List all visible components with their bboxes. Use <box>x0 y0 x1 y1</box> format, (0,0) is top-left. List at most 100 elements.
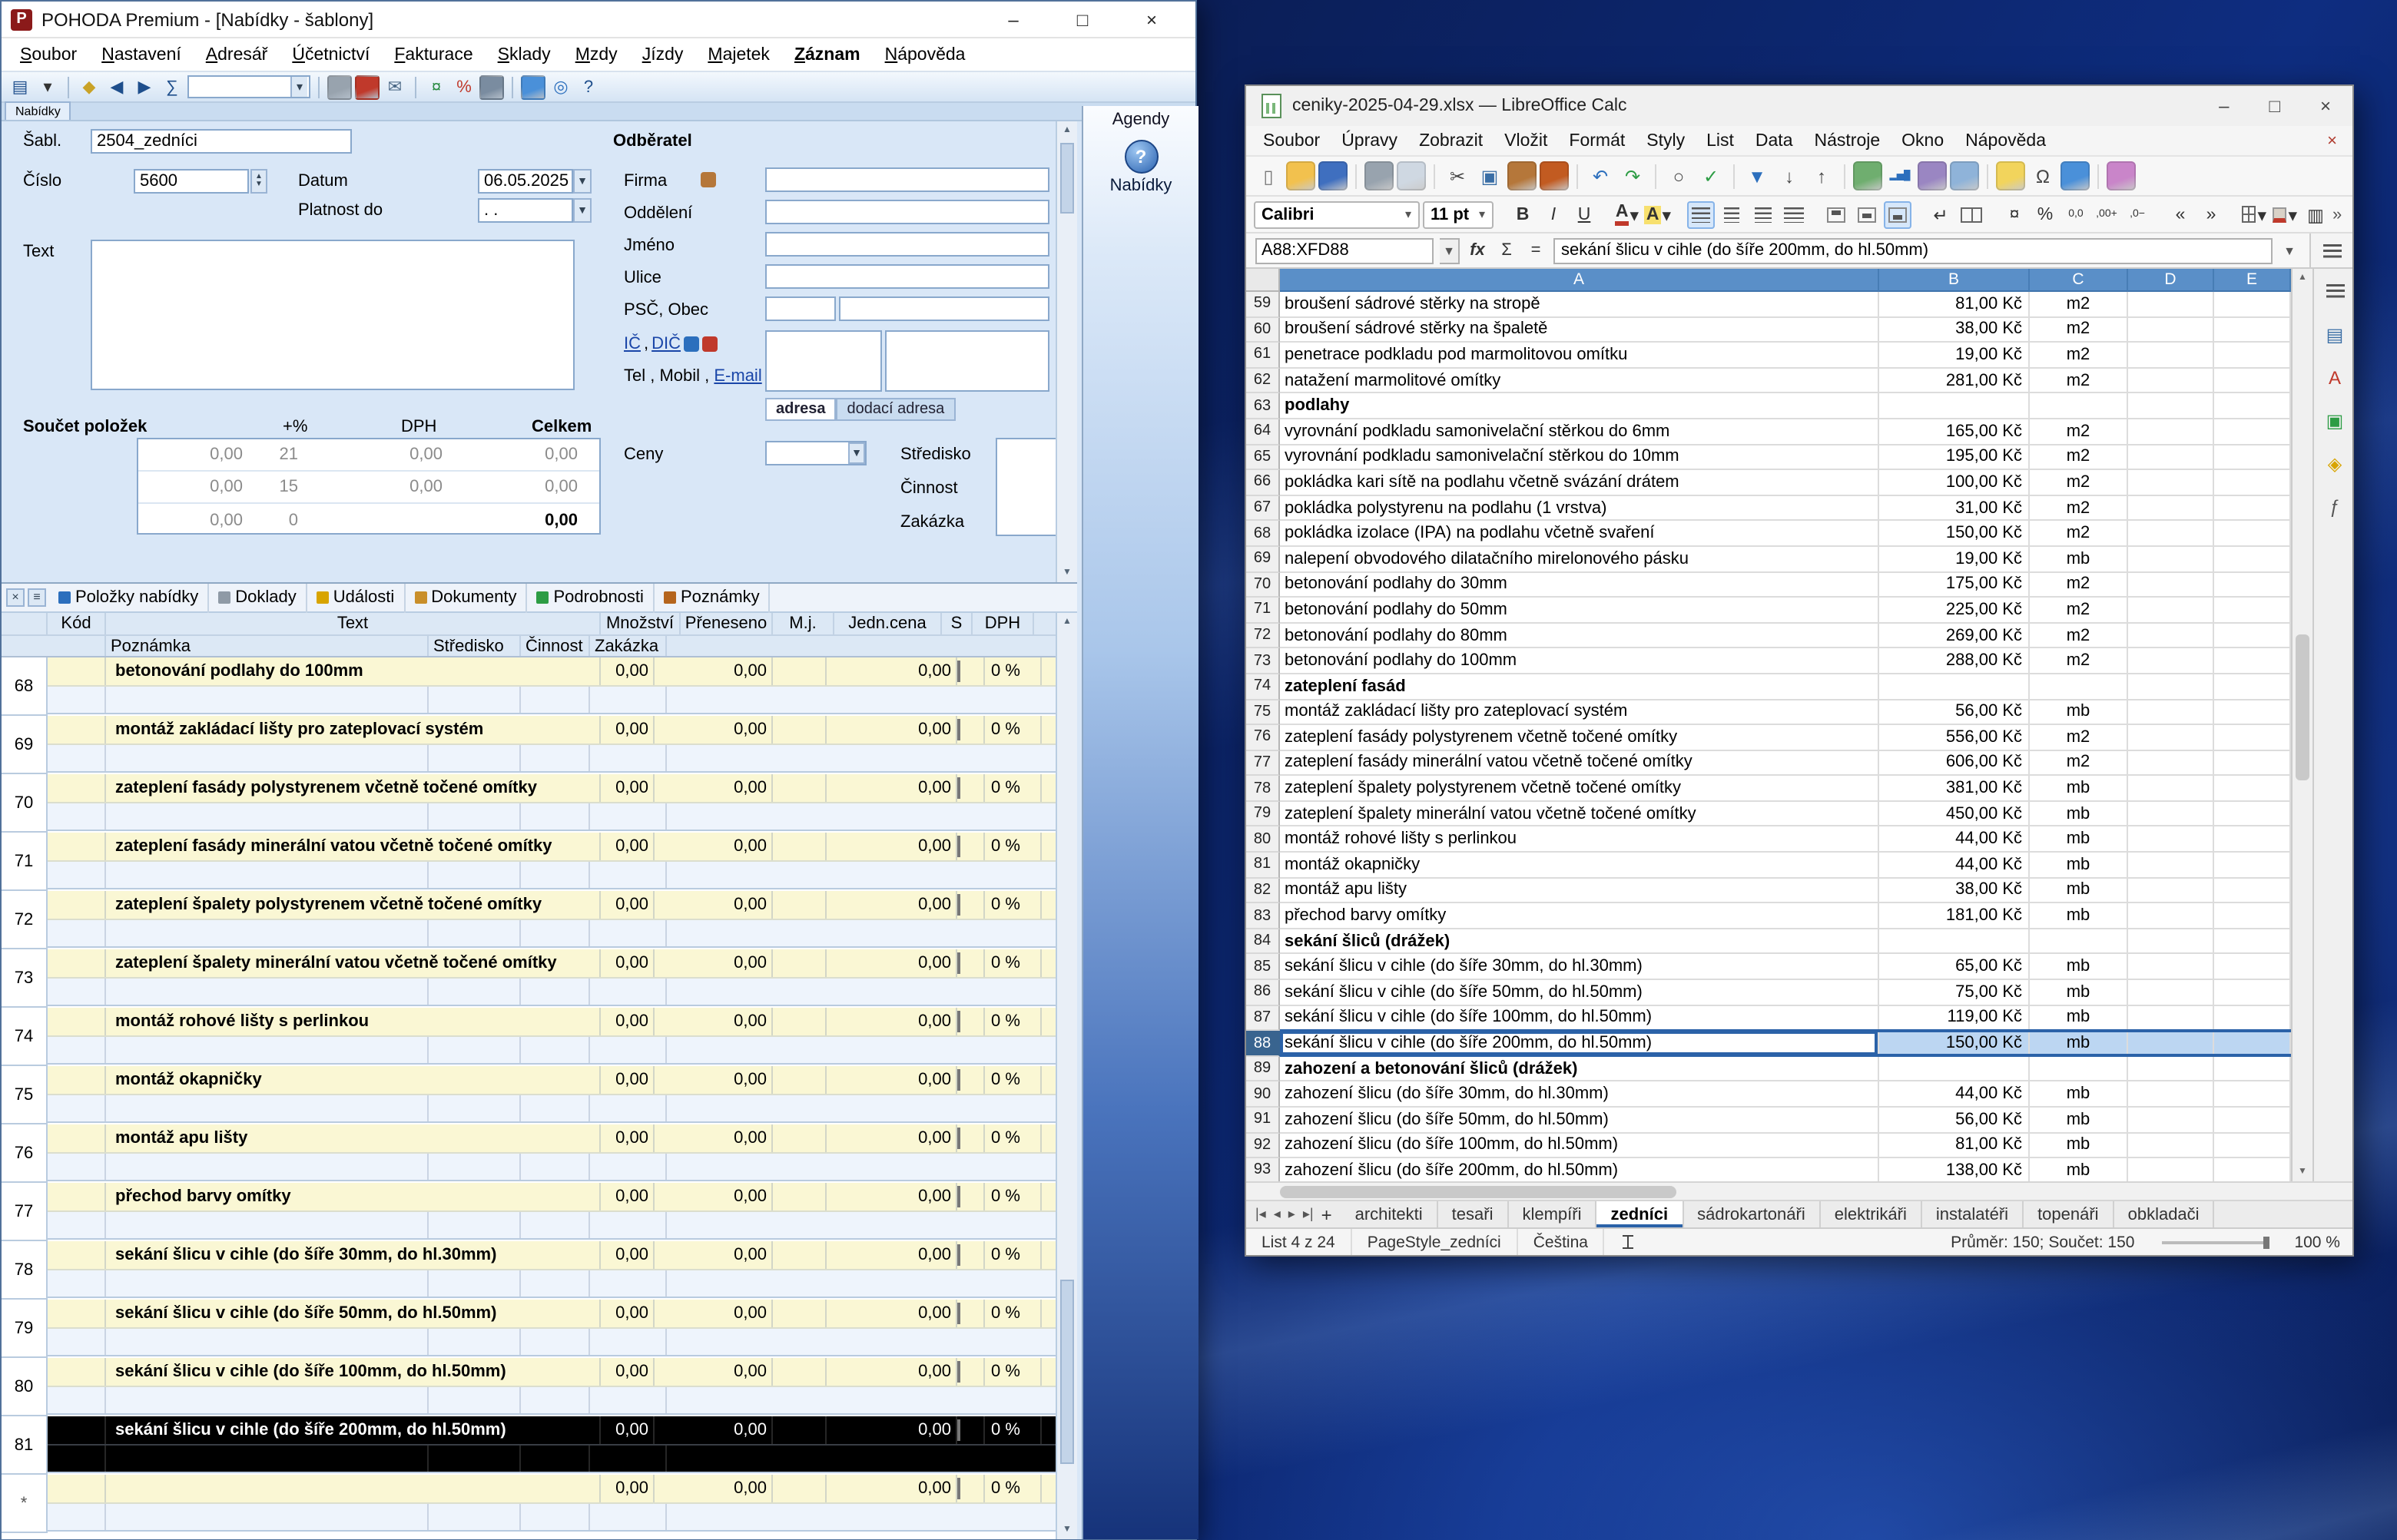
row-header-73[interactable]: 73 <box>1246 649 1280 674</box>
calc-insert-chart-icon[interactable]: ▂▅█ <box>1885 161 1915 190</box>
sheet-tab-topenari[interactable]: topenáři <box>2024 1201 2114 1227</box>
cell-C88[interactable]: mb <box>2030 1031 2128 1056</box>
calc-merge-cells-icon[interactable] <box>1958 200 1985 228</box>
add-sheet-icon[interactable]: + <box>1320 1204 1334 1225</box>
cell-mnozstvi[interactable]: 0,00 <box>601 1183 655 1210</box>
cell-preneseno[interactable]: 0,00 <box>655 1300 773 1327</box>
column-header-b[interactable]: B <box>1879 269 2030 292</box>
item-row-76[interactable]: 76montáž apu lišty0,000,000,000 % <box>2 1124 1056 1183</box>
cell-kod[interactable] <box>48 774 106 802</box>
checkbox-icon[interactable] <box>957 1244 960 1266</box>
platnost-do-input[interactable]: . . <box>478 198 573 223</box>
cell-E81[interactable] <box>2214 853 2291 878</box>
cell-C90[interactable]: mb <box>2030 1082 2128 1108</box>
cell-mj[interactable] <box>773 833 827 860</box>
pohoda-print-icon[interactable] <box>327 75 352 99</box>
cell-stredisko[interactable] <box>429 1154 521 1180</box>
cell-D60[interactable] <box>2128 317 2214 343</box>
calc-sort-descending-icon[interactable]: ↑ <box>1807 161 1836 190</box>
cell-mnozstvi[interactable]: 0,00 <box>601 1124 655 1152</box>
cell-E91[interactable] <box>2214 1108 2291 1133</box>
pohoda-menu-zaznam[interactable]: Záznam <box>782 39 873 70</box>
cell-note-kod[interactable] <box>48 803 106 830</box>
cell-stredisko[interactable] <box>429 1387 521 1413</box>
last-sheet-icon[interactable]: ▸| <box>1301 1206 1315 1223</box>
sheet-tab-elektrikari[interactable]: elektrikáři <box>1821 1201 1922 1227</box>
row-header-66[interactable]: 66 <box>1246 470 1280 495</box>
calc-format-currency-icon[interactable]: ¤ <box>2001 200 2028 228</box>
pohoda-menu-sklady[interactable]: Sklady <box>486 39 563 70</box>
tab-dodaci-adresa[interactable]: dodací adresa <box>837 398 956 421</box>
cell-jedn-cena[interactable]: 0,00 <box>827 1124 957 1152</box>
cell-text[interactable]: montáž apu lišty <box>106 1124 601 1152</box>
calc-cut-icon[interactable]: ✂ <box>1443 161 1472 190</box>
cell-poznamka[interactable] <box>106 1212 429 1238</box>
select-all-corner[interactable] <box>1246 269 1280 292</box>
pohoda-export-pdf-icon[interactable] <box>355 75 380 99</box>
cell-s[interactable] <box>957 716 985 744</box>
cell-cinnost[interactable] <box>521 1270 590 1297</box>
cell-cinnost[interactable] <box>521 979 590 1005</box>
cell-C65[interactable]: m2 <box>2030 445 2128 470</box>
cell-zakazka[interactable] <box>590 1329 667 1355</box>
scroll-thumb[interactable] <box>1060 143 1074 214</box>
cell-preneseno[interactable]: 0,00 <box>655 774 773 802</box>
cell-A92[interactable]: zahození šlicu (do šíře 100mm, do hl.50m… <box>1280 1133 1879 1158</box>
cell-note-kod[interactable] <box>48 1387 106 1413</box>
cell-E69[interactable] <box>2214 547 2291 572</box>
cell-D79[interactable] <box>2128 802 2214 827</box>
calc-copy-icon[interactable]: ▣ <box>1475 161 1504 190</box>
cell-E62[interactable] <box>2214 369 2291 394</box>
pohoda-help-icon[interactable]: ? <box>576 75 601 99</box>
calc-minimize-button[interactable]: – <box>2219 95 2229 117</box>
scroll-thumb[interactable] <box>1280 1186 1676 1198</box>
cell-A59[interactable]: broušení sádrové stěrky na stropě <box>1280 292 1879 317</box>
cell-B74[interactable] <box>1879 674 2030 700</box>
cell-D80[interactable] <box>2128 827 2214 853</box>
cell-mj[interactable] <box>773 1300 827 1327</box>
cell-D82[interactable] <box>2128 878 2214 903</box>
cell-B66[interactable]: 100,00 Kč <box>1879 470 2030 495</box>
cell-E83[interactable] <box>2214 904 2291 929</box>
sheet-tab-sadrokartonari[interactable]: sádrokartonáři <box>1683 1201 1821 1227</box>
calc-titlebar[interactable]: ceniky-2025-04-29.xlsx — LibreOffice Cal… <box>1246 86 2352 126</box>
cell-B70[interactable]: 175,00 Kč <box>1879 572 2030 598</box>
cell-mnozstvi[interactable]: 0,00 <box>601 1241 655 1269</box>
cell-E87[interactable] <box>2214 1005 2291 1031</box>
cell-poznamka[interactable] <box>106 1095 429 1121</box>
sheet-tab-architekti[interactable]: architekti <box>1341 1201 1438 1227</box>
pohoda-menu-napoveda[interactable]: Nápověda <box>873 39 978 70</box>
sheet-tab-instalateri[interactable]: instalatéři <box>1922 1201 2024 1227</box>
cell-poznamka[interactable] <box>106 803 429 830</box>
cell-dph[interactable]: 0 % <box>985 833 1042 860</box>
cell-s[interactable] <box>957 1066 985 1094</box>
pohoda-payment-icon[interactable]: ¤ <box>424 75 449 99</box>
cell-kod[interactable] <box>48 1008 106 1035</box>
cell-cinnost[interactable] <box>521 1504 590 1530</box>
cell-jedn-cena[interactable]: 0,00 <box>827 1416 957 1444</box>
cell-C63[interactable] <box>2030 394 2128 419</box>
pohoda-menu-jizdy[interactable]: Jízdy <box>630 39 696 70</box>
cell-s[interactable] <box>957 1183 985 1210</box>
vies-lookup-icon[interactable] <box>702 336 718 352</box>
item-row-79[interactable]: 79sekání šlicu v cihle (do šíře 50mm, do… <box>2 1300 1056 1358</box>
cell-kod[interactable] <box>48 1066 106 1094</box>
cell-note-kod[interactable] <box>48 1037 106 1063</box>
cell-text[interactable]: montáž zakládací lišty pro zateplovací s… <box>106 716 601 744</box>
cell-D85[interactable] <box>2128 955 2214 980</box>
cell-mnozstvi[interactable]: 0,00 <box>601 1416 655 1444</box>
calc-menu-vlozit[interactable]: Vložit <box>1494 131 1558 150</box>
calc-font-name-combo[interactable]: Calibri▾ <box>1254 200 1420 228</box>
cell-preneseno[interactable]: 0,00 <box>655 1416 773 1444</box>
cell-mnozstvi[interactable]: 0,00 <box>601 1475 655 1502</box>
email-link[interactable]: E-mail <box>714 367 761 386</box>
row-header-93[interactable]: 93 <box>1246 1158 1280 1181</box>
oddeleni-input[interactable] <box>765 200 1049 224</box>
item-row-78[interactable]: 78sekání šlicu v cihle (do šíře 30mm, do… <box>2 1241 1056 1300</box>
cell-E63[interactable] <box>2214 394 2291 419</box>
calc-background-color-icon[interactable]: ▾ <box>2271 200 2299 228</box>
cell-B82[interactable]: 38,00 Kč <box>1879 878 2030 903</box>
cell-C60[interactable]: m2 <box>2030 317 2128 343</box>
cell-cinnost[interactable] <box>521 1212 590 1238</box>
cell-text[interactable]: sekání šlicu v cihle (do šíře 30mm, do h… <box>106 1241 601 1269</box>
